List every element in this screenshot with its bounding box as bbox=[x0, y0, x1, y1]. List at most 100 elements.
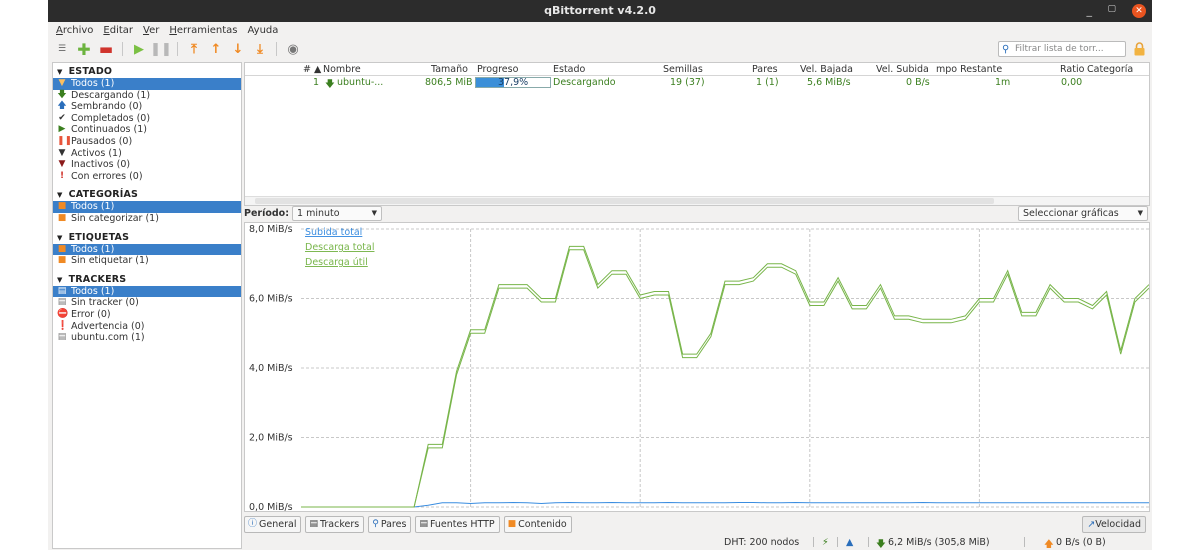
period-label: Período: bbox=[244, 208, 289, 219]
col-up-speed[interactable]: Vel. Subida bbox=[876, 64, 929, 75]
pause-icon[interactable]: ❚❚ bbox=[150, 41, 172, 57]
download-arrow-icon: 🡇 bbox=[325, 79, 335, 90]
upload-speed-icon: 🡅 bbox=[1044, 539, 1054, 550]
col-size[interactable]: Tamaño bbox=[431, 64, 468, 75]
move-top-icon[interactable]: ⤒ bbox=[186, 41, 202, 57]
velocity-button[interactable]: ↗Velocidad bbox=[1082, 516, 1146, 533]
col-ratio[interactable]: Ratio bbox=[1060, 64, 1084, 75]
legend-entry[interactable]: Descarga útil bbox=[305, 257, 368, 268]
info-icon: ⓘ bbox=[248, 519, 258, 529]
estado-descargando[interactable]: 🡇 Descargando (1) bbox=[53, 90, 241, 102]
tab-pares[interactable]: ⚲ Pares bbox=[368, 516, 412, 533]
tab-trackers[interactable]: ▤ Trackers bbox=[305, 516, 365, 533]
maximize-icon[interactable]: ▢ bbox=[1107, 4, 1116, 14]
col-seeds[interactable]: Semillas bbox=[663, 64, 703, 75]
col-progress[interactable]: Progreso bbox=[477, 64, 518, 75]
folder-icon: ■ bbox=[57, 201, 67, 212]
section-estado[interactable]: ▼ ESTADO bbox=[53, 63, 241, 78]
move-up-icon[interactable]: ↑ bbox=[208, 41, 224, 57]
search-icon: ⚲ bbox=[1002, 44, 1010, 55]
alt-speed-icon[interactable]: ▲ bbox=[846, 537, 853, 548]
section-etiquetas[interactable]: ▼ ETIQUETAS bbox=[53, 229, 241, 244]
folder-icon: ■ bbox=[57, 255, 67, 266]
y-tick-label: 0,0 MiB/s bbox=[249, 502, 293, 512]
legend-entry[interactable]: Subida total bbox=[305, 227, 362, 238]
remove-icon[interactable]: ▬ bbox=[98, 40, 114, 58]
chevron-down-icon: ▼ bbox=[1137, 209, 1143, 217]
tracker-todos[interactable]: ▤ Todos (1) bbox=[53, 285, 241, 298]
estado-sembrando[interactable]: 🡅 Sembrando (0) bbox=[53, 101, 241, 113]
col-eta[interactable]: mpo Restante bbox=[936, 64, 1002, 75]
period-select[interactable]: 1 minuto ▼ bbox=[292, 206, 382, 221]
estado-pausados[interactable]: ❚❚ Pausados (0) bbox=[53, 136, 241, 148]
close-icon[interactable]: ✕ bbox=[1132, 4, 1146, 18]
categoria-todos[interactable]: ■ Todos (1) bbox=[53, 201, 241, 213]
speed-chart: 0,0 MiB/s 2,0 MiB/s 4,0 MiB/s 6,0 MiB/s 8,0 … bbox=[249, 224, 1149, 512]
estado-inactivos[interactable]: ▼ Inactivos (0) bbox=[53, 159, 241, 171]
menu-archivo[interactable]: Archivo bbox=[56, 25, 93, 36]
tracker-error[interactable]: ⛔ Error (0) bbox=[53, 309, 241, 321]
folder-icon: ■ bbox=[57, 212, 67, 223]
lock-icon[interactable] bbox=[1133, 42, 1146, 56]
tab-general[interactable]: ⓘ General bbox=[244, 516, 302, 533]
server-icon: ▤ bbox=[57, 297, 67, 308]
estado-continuados[interactable]: ▶ Continuados (1) bbox=[53, 124, 241, 136]
filter-icon: ▼ bbox=[58, 147, 66, 158]
server-icon: ▤ bbox=[57, 332, 67, 343]
select-graphs-button[interactable]: Seleccionar gráficas ▼ bbox=[1018, 206, 1148, 221]
add-torrent-icon[interactable]: ✚ bbox=[76, 40, 92, 59]
tracker-ubuntu[interactable]: ▤ ubuntu.com (1) bbox=[53, 332, 241, 344]
caret-down-icon: ▼ bbox=[57, 68, 63, 76]
y-tick-label: 6,0 MiB/s bbox=[249, 294, 293, 305]
title-bar: qBittorrent v4.2.0 _ ▢ ✕ bbox=[48, 0, 1152, 22]
menu-ver[interactable]: Ver bbox=[143, 25, 159, 36]
menu-ayuda[interactable]: Ayuda bbox=[248, 25, 279, 36]
etiqueta-sin-etiquetar[interactable]: ■ Sin etiquetar (1) bbox=[53, 255, 241, 267]
speed-graph: 0,0 MiB/s 2,0 MiB/s 4,0 MiB/s 6,0 MiB/s 8,0 … bbox=[244, 222, 1150, 512]
resume-icon[interactable]: ▶ bbox=[131, 41, 147, 57]
categoria-sin-categorizar[interactable]: ■ Sin categorizar (1) bbox=[53, 213, 241, 225]
estado-todos[interactable]: ▼ Todos (1) bbox=[53, 78, 241, 90]
filter-icon: ▼ bbox=[58, 159, 66, 170]
y-tick-label: 4,0 MiB/s bbox=[249, 363, 293, 374]
row-name: ubuntu-... bbox=[337, 77, 384, 88]
tab-fuentes-http[interactable]: ▤ Fuentes HTTP bbox=[415, 516, 500, 533]
row-eta: 1m bbox=[995, 77, 1011, 88]
move-down-icon[interactable]: ↓ bbox=[230, 41, 246, 57]
tab-contenido[interactable]: ■ Contenido bbox=[503, 516, 572, 533]
estado-activos[interactable]: ▼ Activos (1) bbox=[53, 148, 241, 160]
connection-icon[interactable]: ⚡ bbox=[822, 537, 829, 548]
section-categorias[interactable]: ▼ CATEGORÍAS bbox=[53, 186, 241, 201]
upload-status: 0 B/s (0 B) bbox=[1056, 537, 1106, 548]
minimize-icon[interactable]: _ bbox=[1087, 4, 1093, 17]
col-name[interactable]: Nombre bbox=[323, 64, 361, 75]
menu-editar[interactable]: Editar bbox=[103, 25, 133, 36]
estado-con-errores[interactable]: ! Con errores (0) bbox=[53, 171, 241, 183]
scrollbar-thumb[interactable] bbox=[255, 198, 994, 204]
estado-completados[interactable]: ✔ Completados (0) bbox=[53, 113, 241, 125]
legend-entry[interactable]: Descarga total bbox=[305, 242, 375, 253]
warning-icon: ❗ bbox=[57, 320, 69, 331]
etiqueta-todos[interactable]: ■ Todos (1) bbox=[53, 243, 241, 256]
download-status: 6,2 MiB/s (305,8 MiB) bbox=[888, 537, 990, 548]
tracker-sin-tracker[interactable]: ▤ Sin tracker (0) bbox=[53, 297, 241, 309]
move-bottom-icon[interactable]: ⤓ bbox=[252, 41, 268, 57]
horizontal-scrollbar[interactable] bbox=[245, 196, 1149, 205]
col-category[interactable]: Categoría bbox=[1087, 64, 1133, 75]
tracker-advertencia[interactable]: ❗ Advertencia (0) bbox=[53, 321, 241, 333]
row-down: 5,6 MiB/s bbox=[807, 77, 851, 88]
search-placeholder: Filtrar lista de torr... bbox=[1015, 44, 1104, 54]
section-trackers[interactable]: ▼ TRACKERS bbox=[53, 271, 241, 286]
add-link-icon[interactable]: ☰ bbox=[54, 41, 70, 57]
status-separator bbox=[1024, 537, 1025, 547]
col-down-speed[interactable]: Vel. Bajada bbox=[800, 64, 853, 75]
period-value: 1 minuto bbox=[297, 208, 340, 219]
col-peers[interactable]: Pares bbox=[752, 64, 778, 75]
menu-herramientas[interactable]: Herramientas bbox=[169, 25, 237, 36]
row-peers: 1 (1) bbox=[756, 77, 779, 88]
col-num[interactable]: # ▲ bbox=[303, 64, 321, 75]
options-icon[interactable]: ◉ bbox=[285, 41, 301, 57]
table-row[interactable]: 1 🡇 ubuntu-... 806,5 MiB 37,9% Descargan… bbox=[245, 76, 1149, 90]
search-input[interactable]: ⚲ Filtrar lista de torr... bbox=[998, 41, 1126, 57]
col-status[interactable]: Estado bbox=[553, 64, 585, 75]
